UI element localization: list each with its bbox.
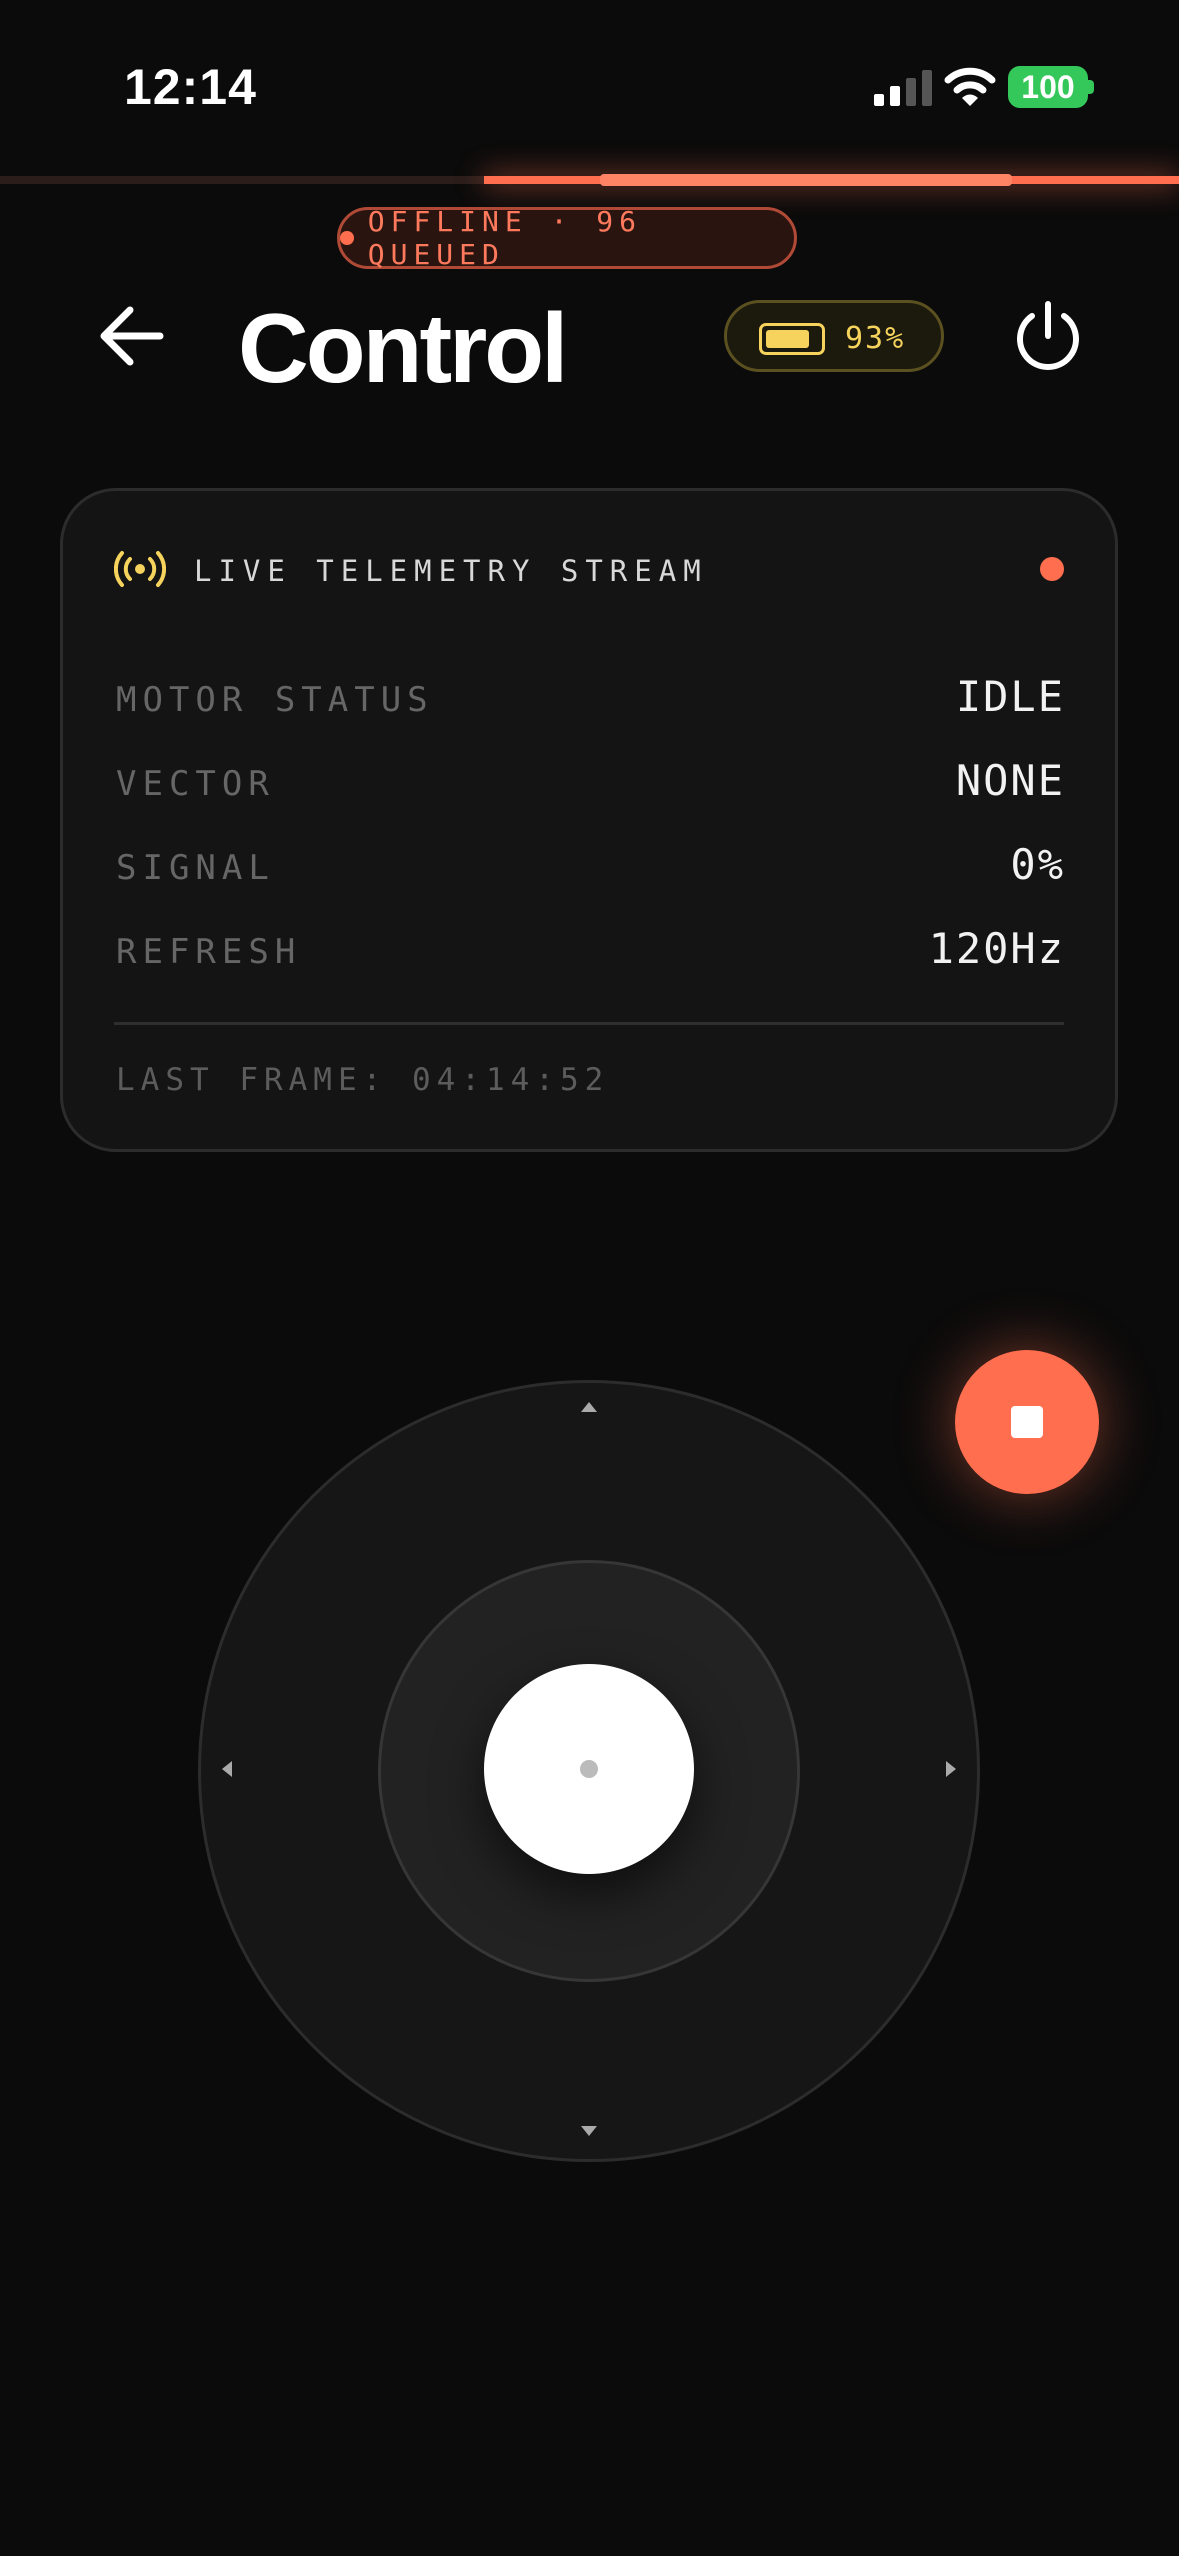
cellular-signal-icon: [874, 70, 932, 106]
telemetry-label-refresh: REFRESH: [116, 932, 302, 972]
telemetry-value-signal: 0%: [1010, 840, 1065, 889]
chevron-right-icon: [946, 1761, 956, 1777]
status-battery: 100: [1008, 66, 1088, 108]
telemetry-label-signal: SIGNAL: [116, 848, 275, 888]
device-battery-badge: 93%: [724, 300, 944, 372]
wifi-icon: [944, 67, 996, 106]
live-indicator-dot: [1040, 557, 1064, 581]
telemetry-last-frame: LAST FRAME: 04:14:52: [116, 1062, 610, 1098]
telemetry-value-vector: NONE: [955, 756, 1065, 805]
status-battery-nub: [1088, 80, 1094, 94]
stop-icon: [1011, 1406, 1043, 1438]
telemetry-value-motor-status: IDLE: [955, 672, 1065, 721]
telemetry-label-motor-status: MOTOR STATUS: [116, 680, 434, 720]
page-title: Control: [238, 293, 568, 403]
offline-dot: [340, 231, 354, 245]
status-battery-label: 100: [1021, 69, 1075, 105]
offline-queue-text: OFFLINE · 96 QUEUED: [367, 205, 643, 271]
status-time: 12:14: [124, 59, 257, 115]
sync-progress-highlight: [600, 174, 1012, 186]
chevron-left-icon: [222, 1761, 232, 1777]
device-battery-percent: 93%: [845, 321, 906, 356]
joystick-knob-center: [580, 1760, 598, 1778]
joystick-knob[interactable]: [484, 1664, 694, 1874]
broadcast-icon: [114, 551, 166, 587]
offline-queue-badge: OFFLINE · 96 QUEUED: [337, 205, 797, 271]
telemetry-divider: [114, 1022, 1064, 1025]
battery-level-fill: [766, 330, 809, 348]
power-icon[interactable]: [1012, 298, 1084, 374]
telemetry-label-vector: VECTOR: [116, 764, 275, 804]
emergency-stop-button[interactable]: [955, 1350, 1099, 1494]
chevron-down-icon: [581, 2126, 597, 2136]
arrow-left-icon[interactable]: [96, 300, 168, 372]
battery-icon: [759, 323, 825, 355]
telemetry-value-refresh: 120Hz: [928, 924, 1065, 973]
telemetry-title: LIVE TELEMETRY STREAM: [194, 554, 708, 588]
chevron-up-icon: [581, 1402, 597, 1412]
